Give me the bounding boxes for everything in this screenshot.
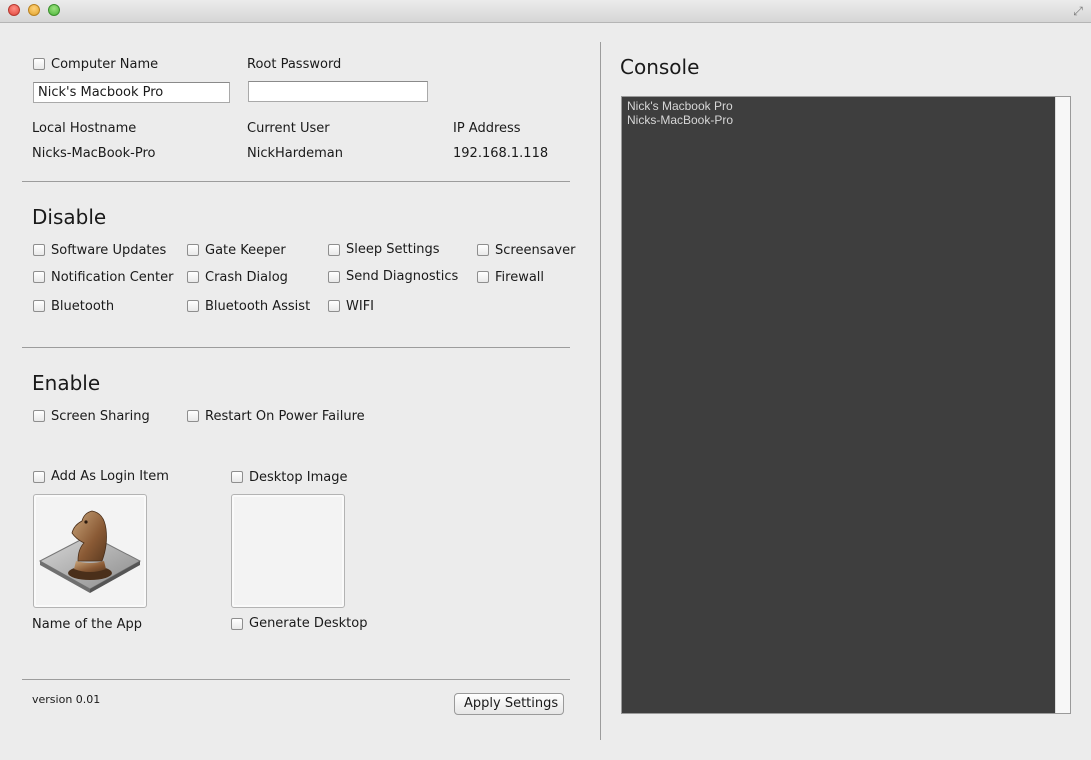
close-window-button[interactable] bbox=[8, 4, 20, 16]
console-heading: Console bbox=[620, 55, 700, 79]
send-diagnostics-checkbox[interactable] bbox=[328, 271, 340, 283]
restart-on-power-failure-label: Restart On Power Failure bbox=[205, 409, 365, 424]
current-user-value: NickHardeman bbox=[247, 146, 343, 161]
root-password-field[interactable] bbox=[248, 81, 428, 102]
app-image-well[interactable] bbox=[33, 494, 147, 608]
minimize-window-button[interactable] bbox=[28, 4, 40, 16]
generate-desktop-label: Generate Desktop bbox=[249, 616, 368, 631]
bluetooth-assist-label: Bluetooth Assist bbox=[205, 299, 311, 314]
send-diagnostics-label: Send Diagnostics bbox=[346, 269, 459, 284]
sleep-settings-checkbox[interactable] bbox=[328, 244, 340, 256]
local-hostname-label: Local Hostname bbox=[32, 121, 137, 136]
disable-heading: Disable bbox=[32, 205, 107, 229]
desktop-image-checkbox[interactable] bbox=[231, 471, 243, 483]
console-panel[interactable]: Nick's Macbook Pro Nicks-MacBook-Pro bbox=[621, 96, 1071, 714]
software-updates-label: Software Updates bbox=[51, 243, 167, 258]
console-output: Nick's Macbook Pro Nicks-MacBook-Pro bbox=[622, 97, 1055, 713]
firewall-label: Firewall bbox=[495, 270, 545, 285]
desktop-image-label: Desktop Image bbox=[249, 470, 348, 485]
generate-desktop-checkbox[interactable] bbox=[231, 618, 243, 630]
wifi-label: WIFI bbox=[346, 299, 374, 314]
screen-sharing-label: Screen Sharing bbox=[51, 409, 150, 424]
restart-on-power-failure-checkbox[interactable] bbox=[187, 410, 199, 422]
bluetooth-label: Bluetooth bbox=[51, 299, 115, 314]
ip-address-value: 192.168.1.118 bbox=[453, 146, 549, 161]
section-divider bbox=[22, 347, 570, 348]
bluetooth-checkbox[interactable] bbox=[33, 300, 45, 312]
zoom-window-button[interactable] bbox=[48, 4, 60, 16]
computer-name-field[interactable]: Nick's Macbook Pro bbox=[33, 82, 230, 103]
gate-keeper-label: Gate Keeper bbox=[205, 243, 286, 258]
notification-center-checkbox[interactable] bbox=[33, 271, 45, 283]
wifi-checkbox[interactable] bbox=[328, 300, 340, 312]
desktop-image-well[interactable] bbox=[231, 494, 345, 608]
ip-address-label: IP Address bbox=[453, 121, 521, 136]
vertical-divider bbox=[600, 42, 601, 740]
local-hostname-value: Nicks-MacBook-Pro bbox=[32, 146, 156, 161]
sleep-settings-label: Sleep Settings bbox=[346, 242, 440, 257]
window-titlebar: ⤢ bbox=[0, 0, 1091, 23]
computer-name-label: Computer Name bbox=[51, 57, 159, 72]
crash-dialog-label: Crash Dialog bbox=[205, 270, 288, 285]
computer-name-checkbox[interactable] bbox=[33, 58, 45, 70]
fullscreen-icon[interactable]: ⤢ bbox=[1071, 4, 1085, 18]
screen-sharing-checkbox[interactable] bbox=[33, 410, 45, 422]
current-user-label: Current User bbox=[247, 121, 330, 136]
apply-settings-button[interactable]: Apply Settings bbox=[454, 693, 564, 715]
console-scrollbar[interactable] bbox=[1055, 97, 1070, 713]
section-divider bbox=[22, 181, 570, 182]
console-line: Nick's Macbook Pro bbox=[627, 99, 733, 113]
bluetooth-assist-checkbox[interactable] bbox=[187, 300, 199, 312]
software-updates-checkbox[interactable] bbox=[33, 244, 45, 256]
root-password-label: Root Password bbox=[247, 57, 342, 72]
app-name-label: Name of the App bbox=[32, 617, 143, 632]
screensaver-checkbox[interactable] bbox=[477, 244, 489, 256]
add-login-item-label: Add As Login Item bbox=[51, 469, 169, 484]
section-divider bbox=[22, 679, 570, 680]
crash-dialog-checkbox[interactable] bbox=[187, 271, 199, 283]
screensaver-label: Screensaver bbox=[495, 243, 576, 258]
gate-keeper-checkbox[interactable] bbox=[187, 244, 199, 256]
console-line: Nicks-MacBook-Pro bbox=[627, 113, 734, 127]
chess-knight-app-icon bbox=[38, 510, 142, 593]
version-label: version 0.01 bbox=[32, 693, 101, 706]
firewall-checkbox[interactable] bbox=[477, 271, 489, 283]
add-login-item-checkbox[interactable] bbox=[33, 471, 45, 483]
notification-center-label: Notification Center bbox=[51, 270, 174, 285]
enable-heading: Enable bbox=[32, 371, 101, 395]
